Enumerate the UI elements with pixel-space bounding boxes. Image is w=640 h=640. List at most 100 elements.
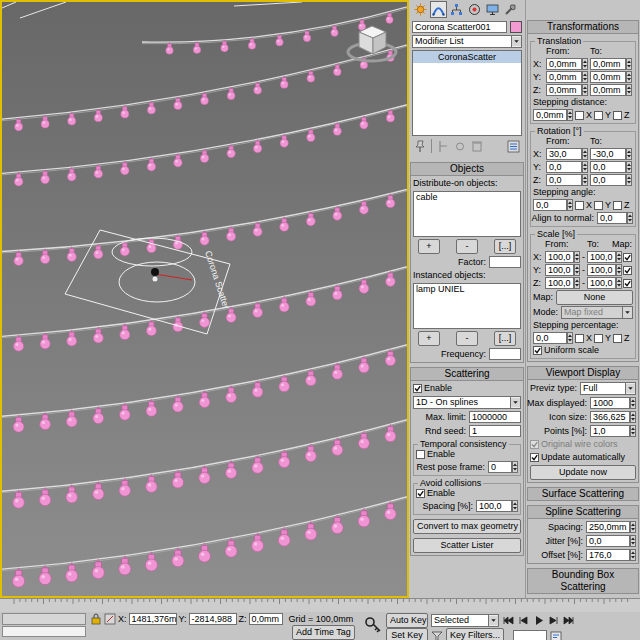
- spinner-arrows-icon[interactable]: [626, 161, 632, 173]
- value-field[interactable]: 1000: [590, 397, 630, 409]
- list-item[interactable]: lamp UNIEL: [416, 284, 518, 295]
- checkbox-row[interactable]: X: [575, 200, 592, 211]
- checkbox[interactable]: [575, 201, 584, 210]
- value-field[interactable]: 0,0: [590, 174, 626, 186]
- checkbox-row[interactable]: X: [575, 333, 592, 344]
- spinner-arrows-icon[interactable]: [567, 109, 573, 121]
- dropdown[interactable]: Full: [580, 382, 636, 395]
- next-frame-icon[interactable]: [547, 614, 560, 627]
- spinner-arrows-icon[interactable]: [616, 251, 622, 263]
- checkbox-row[interactable]: Enable: [416, 488, 518, 499]
- spinner-arrows-icon[interactable]: [626, 58, 632, 70]
- button[interactable]: Scatter Lister: [413, 538, 521, 553]
- checkbox[interactable]: [613, 111, 622, 120]
- button[interactable]: Update now: [530, 465, 636, 480]
- spinner-arrows-icon[interactable]: [616, 264, 622, 276]
- panel-tab[interactable]: [502, 1, 519, 18]
- absolute-mode-icon[interactable]: [104, 613, 116, 625]
- button[interactable]: Key Filters...: [446, 628, 504, 640]
- spinner-arrows-icon[interactable]: [626, 174, 632, 186]
- value-field[interactable]: 100,0: [545, 277, 574, 289]
- rollout-header[interactable]: Bounding Box Scattering: [528, 569, 638, 593]
- go-to-end-icon[interactable]: [562, 614, 575, 627]
- button[interactable]: -: [456, 239, 478, 254]
- checkbox[interactable]: [594, 111, 603, 120]
- value-field[interactable]: 0,0mm: [546, 58, 582, 70]
- value-field[interactable]: 0,0: [533, 332, 567, 344]
- value-field[interactable]: 0,0: [586, 535, 630, 547]
- dropdown-arrow-icon[interactable]: [488, 615, 498, 626]
- value-field[interactable]: Corona Scatter001: [412, 21, 507, 33]
- spinner-arrows-icon[interactable]: [567, 199, 573, 211]
- spinner-arrows-icon[interactable]: [582, 148, 588, 160]
- spinner-arrows-icon[interactable]: [627, 212, 633, 224]
- value-field[interactable]: 250,0mm: [586, 521, 630, 533]
- spinner-arrows-icon[interactable]: [574, 264, 580, 276]
- checkbox[interactable]: [575, 334, 584, 343]
- checkbox[interactable]: [416, 489, 425, 498]
- button[interactable]: +: [418, 239, 440, 254]
- checkbox-row[interactable]: Y: [594, 110, 611, 121]
- rollout-header[interactable]: Scattering: [411, 368, 523, 381]
- spinner-arrows-icon[interactable]: [630, 425, 636, 437]
- value-field[interactable]: 100,0: [545, 251, 574, 263]
- time-configuration-icon[interactable]: [550, 630, 562, 640]
- checkbox[interactable]: [613, 334, 622, 343]
- checkbox[interactable]: [594, 201, 603, 210]
- current-frame-field[interactable]: [513, 630, 547, 640]
- dropdown[interactable]: Modifier List: [412, 35, 522, 48]
- value-field[interactable]: 176,0: [586, 549, 630, 561]
- make-unique-icon[interactable]: [454, 140, 466, 153]
- checkbox[interactable]: [623, 266, 632, 275]
- value-field[interactable]: 1000000: [469, 411, 521, 423]
- value-field[interactable]: 100,0: [587, 264, 616, 276]
- value-field[interactable]: 0,0: [546, 161, 582, 173]
- checkbox[interactable]: [575, 111, 584, 120]
- object-color-swatch[interactable]: [510, 21, 522, 33]
- previous-frame-icon[interactable]: [517, 614, 530, 627]
- spinner-arrows-icon[interactable]: [616, 277, 622, 289]
- value-field[interactable]: 0,0: [590, 161, 626, 173]
- panel-tab[interactable]: [448, 1, 465, 18]
- spinner-arrows-icon[interactable]: [582, 58, 588, 70]
- checkbox[interactable]: [613, 201, 622, 210]
- rollout-header[interactable]: Objects: [411, 163, 523, 176]
- dropdown-arrow-icon[interactable]: [510, 397, 520, 408]
- rollout-header[interactable]: Transformations: [528, 21, 638, 34]
- spinner-arrows-icon[interactable]: [574, 277, 580, 289]
- value-field[interactable]: 100,0: [545, 264, 574, 276]
- value-field[interactable]: 366,625: [590, 411, 630, 423]
- rollout-header[interactable]: Viewport Display: [528, 367, 638, 380]
- dropdown-arrow-icon[interactable]: [511, 36, 521, 47]
- rollout-header[interactable]: Spline Scattering: [528, 506, 638, 519]
- checkbox-row[interactable]: Enable: [413, 383, 521, 394]
- value-field[interactable]: 0,0: [546, 174, 582, 186]
- value-field[interactable]: 0,0: [597, 212, 627, 224]
- spinner-arrows-icon[interactable]: [630, 411, 636, 423]
- checkbox-row[interactable]: Y: [594, 200, 611, 211]
- show-end-result-icon[interactable]: [437, 140, 449, 153]
- maxscript-listener[interactable]: [2, 613, 86, 625]
- button[interactable]: Add Time Tag: [292, 625, 355, 640]
- checkbox-row[interactable]: Z: [613, 333, 630, 344]
- checkbox[interactable]: [623, 279, 632, 288]
- button[interactable]: [...]: [494, 239, 516, 254]
- value-field[interactable]: 0,0mm: [590, 71, 626, 83]
- factor-field[interactable]: [489, 256, 521, 268]
- value-field[interactable]: 0,0mm: [533, 109, 567, 121]
- value-field[interactable]: -2814,988: [189, 613, 237, 625]
- value-field[interactable]: 0: [488, 461, 512, 473]
- spinner-arrows-icon[interactable]: [626, 148, 632, 160]
- button[interactable]: Convert to max geometry: [413, 519, 521, 534]
- value-field[interactable]: 0,0: [533, 199, 567, 211]
- spinner-arrows-icon[interactable]: [512, 500, 518, 512]
- checkbox[interactable]: [530, 453, 539, 462]
- value-field[interactable]: 100,0: [587, 277, 616, 289]
- button[interactable]: Auto Key: [386, 613, 428, 628]
- viewport-scene[interactable]: Corona Scatter: [2, 2, 407, 596]
- panel-tab[interactable]: [412, 1, 429, 18]
- dropdown[interactable]: 1D - On splines: [413, 396, 521, 409]
- frequency-field[interactable]: [489, 348, 521, 360]
- value-field[interactable]: 30,0: [546, 148, 582, 160]
- dropdown-arrow-icon[interactable]: [625, 383, 635, 394]
